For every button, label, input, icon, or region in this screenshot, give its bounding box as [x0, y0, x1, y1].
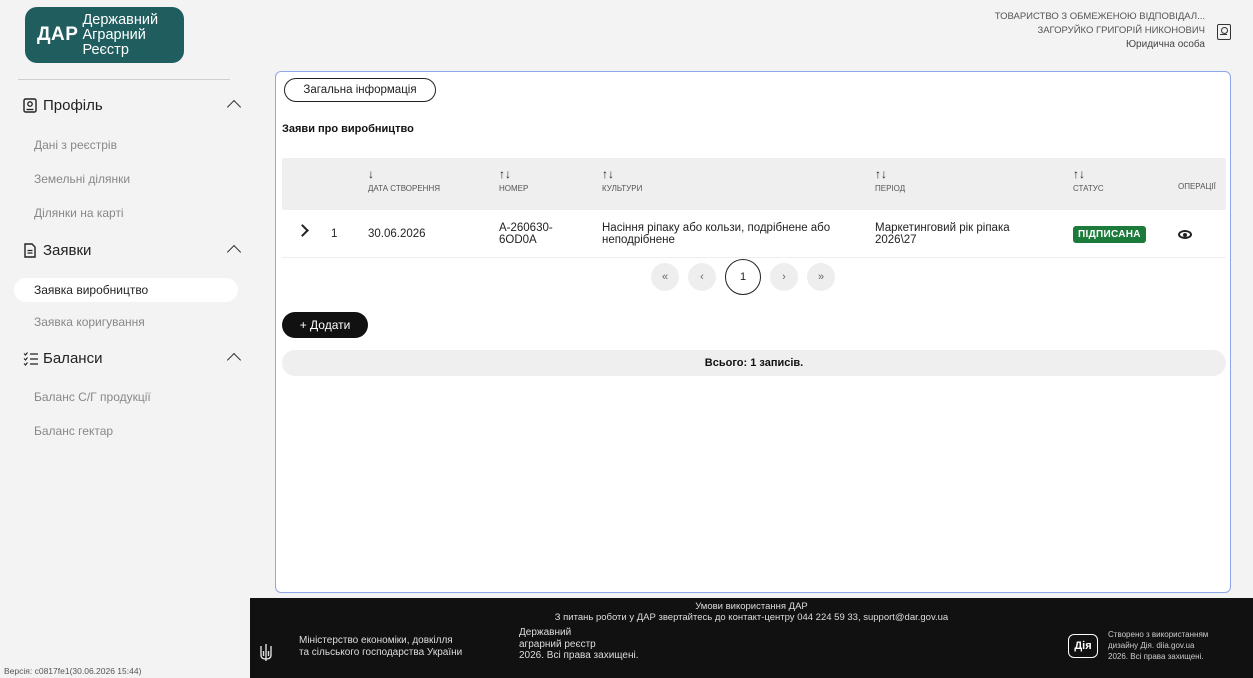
user-organization: ТОВАРИСТВО З ОБМЕЖЕНОЮ ВІДПОВІДАЛ... — [994, 11, 1205, 22]
row-number: A-260630- 6OD0A — [499, 222, 553, 246]
dar-logo[interactable]: ДАР Державний Аграрний Реєстр — [25, 7, 184, 63]
sort-desc-icon[interactable]: ↓ — [368, 168, 440, 181]
last-page-button[interactable]: » — [807, 263, 835, 291]
dar-line: Державний — [519, 627, 572, 638]
sidebar-section-balances[interactable]: Баланси — [0, 343, 250, 373]
tab-general-info[interactable]: Загальна інформація — [284, 78, 436, 102]
sidebar-section-profile[interactable]: Профіль — [0, 90, 250, 120]
checklist-icon — [23, 351, 38, 366]
column-label: СТАТУС — [1073, 184, 1104, 193]
row-number-line: 6OD0A — [499, 234, 537, 246]
user-info[interactable]: ТОВАРИСТВО З ОБМЕЖЕНОЮ ВІДПОВІДАЛ... ЗАГ… — [995, 10, 1205, 52]
user-role: Юридична особа — [1125, 39, 1205, 50]
sidebar-item-land-plots[interactable]: Земельні ділянки — [14, 167, 238, 191]
user-profile-icon[interactable] — [1217, 24, 1231, 40]
chevron-up-icon[interactable] — [226, 244, 242, 260]
sort-icon[interactable]: ↑↓ — [875, 168, 905, 181]
main-panel: Загальна інформація Заяви про виробництв… — [275, 71, 1231, 593]
trident-icon — [259, 643, 273, 663]
chevron-up-icon[interactable] — [226, 99, 242, 115]
footer: Умови використання ДАР З питань роботи у… — [250, 598, 1253, 678]
status-badge: ПІДПИСАНА — [1073, 226, 1146, 243]
logo-mark: ДАР — [37, 24, 79, 45]
table-header: ↓ ДАТА СТВОРЕННЯ ↑↓ НОМЕР ↑↓ КУЛЬТУРИ ↑↓… — [282, 158, 1226, 210]
sort-icon[interactable]: ↑↓ — [602, 168, 642, 181]
header: ДАР Державний Аграрний Реєстр ТОВАРИСТВО… — [0, 0, 1253, 70]
sidebar-section-applications[interactable]: Заявки — [0, 235, 250, 265]
dar-line: 2026. Всі права захищені. — [519, 650, 639, 661]
logo-line: Державний — [82, 11, 159, 28]
column-period[interactable]: ↑↓ ПЕРІОД — [875, 168, 906, 194]
row-period-line: Маркетинговий рік ріпака — [875, 222, 1010, 234]
column-status[interactable]: ↑↓ СТАТУС — [1073, 168, 1104, 194]
row-date: 30.06.2026 — [368, 228, 426, 240]
row-crops-line: Насіння ріпаку або кользи, подрібнене аб… — [602, 222, 831, 234]
sidebar: Профіль Дані з реєстрів Земельні ділянки… — [0, 70, 250, 678]
sidebar-item-hectare-balance[interactable]: Баланс гектар — [14, 419, 238, 443]
row-period-line: 2026\27 — [875, 234, 917, 246]
pagination: « ‹ 1 › » — [651, 259, 835, 295]
current-page-button[interactable]: 1 — [725, 259, 761, 295]
first-page-button[interactable]: « — [651, 263, 679, 291]
next-page-button[interactable]: › — [770, 263, 798, 291]
document-icon — [23, 242, 38, 258]
column-label: КУЛЬТУРИ — [602, 184, 643, 193]
add-button[interactable]: + Додати — [282, 312, 368, 338]
row-period: Маркетинговий рік ріпака 2026\27 — [875, 222, 1010, 246]
logo-line: Реєстр — [82, 41, 129, 58]
sidebar-item-registry-data[interactable]: Дані з реєстрів — [14, 133, 238, 157]
dar-copyright: Державний аграрний реєстр 2026. Всі прав… — [519, 627, 659, 662]
user-name: ЗАГОРУЙКО ГРИГОРІЙ НИКОНОВИЧ — [1037, 25, 1205, 36]
diia-credit: Створено з використанням дизайну Дія. di… — [1108, 629, 1248, 662]
diia-line: Створено з використанням — [1108, 630, 1209, 639]
eye-icon[interactable] — [1178, 230, 1192, 239]
column-date[interactable]: ↓ ДАТА СТВОРЕННЯ — [368, 168, 441, 194]
column-operations: ОПЕРАЦІЇ — [1178, 182, 1216, 191]
table-row: 1 30.06.2026 A-260630- 6OD0A Насіння ріп… — [282, 210, 1226, 258]
diia-logo[interactable]: Дія — [1068, 634, 1098, 658]
diia-line: дизайну Дія. diia.gov.ua — [1108, 641, 1195, 650]
diia-line: 2026. Всі права захищені. — [1108, 652, 1204, 661]
version-label: Версія: c0817fe1(30.06.2026 15:44) — [4, 666, 142, 676]
expand-row-icon[interactable] — [296, 224, 309, 237]
logo-text: Державний Аграрний Реєстр — [82, 11, 159, 58]
column-number[interactable]: ↑↓ НОМЕР — [499, 168, 529, 194]
profile-icon — [23, 97, 38, 113]
total-records: Всього: 1 записів. — [282, 350, 1226, 376]
column-label: ДАТА СТВОРЕННЯ — [368, 184, 441, 193]
ministry-line: та сільського господарства України — [299, 647, 463, 658]
applications-table: ↓ ДАТА СТВОРЕННЯ ↑↓ НОМЕР ↑↓ КУЛЬТУРИ ↑↓… — [282, 158, 1226, 258]
terms-link[interactable]: Умови використання ДАР — [250, 601, 1253, 612]
support-text: З питань роботи у ДАР звертайтесь до кон… — [554, 612, 949, 623]
column-crops[interactable]: ↑↓ КУЛЬТУРИ — [602, 168, 643, 194]
sidebar-section-label: Заявки — [43, 241, 92, 259]
logo-line: Аграрний — [82, 26, 146, 43]
sidebar-section-label: Баланси — [43, 349, 103, 367]
sidebar-item-agri-balance[interactable]: Баланс С/Г продукції — [14, 385, 238, 409]
ministry-name: Міністерство економіки, довкілля та сіль… — [299, 635, 499, 659]
sidebar-divider — [18, 79, 230, 80]
row-crops-line: неподрібнене — [602, 234, 675, 246]
sidebar-item-correction-application[interactable]: Заявка коригування — [14, 310, 238, 334]
ministry-line: Міністерство економіки, довкілля — [299, 635, 453, 646]
row-number-line: A-260630- — [499, 222, 553, 234]
sidebar-item-plots-on-map[interactable]: Ділянки на карті — [14, 201, 238, 225]
section-title: Заяви про виробництво — [282, 123, 414, 135]
column-label: НОМЕР — [499, 184, 529, 193]
sort-icon[interactable]: ↑↓ — [1073, 168, 1104, 181]
column-label: ПЕРІОД — [875, 184, 906, 193]
sidebar-section-label: Профіль — [43, 96, 103, 114]
app: ДАР Державний Аграрний Реєстр ТОВАРИСТВО… — [0, 0, 1253, 678]
chevron-up-icon[interactable] — [226, 352, 242, 368]
sidebar-item-production-application[interactable]: Заявка виробництво — [14, 278, 238, 302]
prev-page-button[interactable]: ‹ — [688, 263, 716, 291]
row-crops: Насіння ріпаку або кользи, подрібнене аб… — [602, 222, 830, 246]
sort-icon[interactable]: ↑↓ — [499, 168, 528, 181]
column-label: ОПЕРАЦІЇ — [1178, 182, 1216, 191]
dar-line: аграрний реєстр — [519, 638, 596, 650]
row-index: 1 — [331, 228, 338, 240]
